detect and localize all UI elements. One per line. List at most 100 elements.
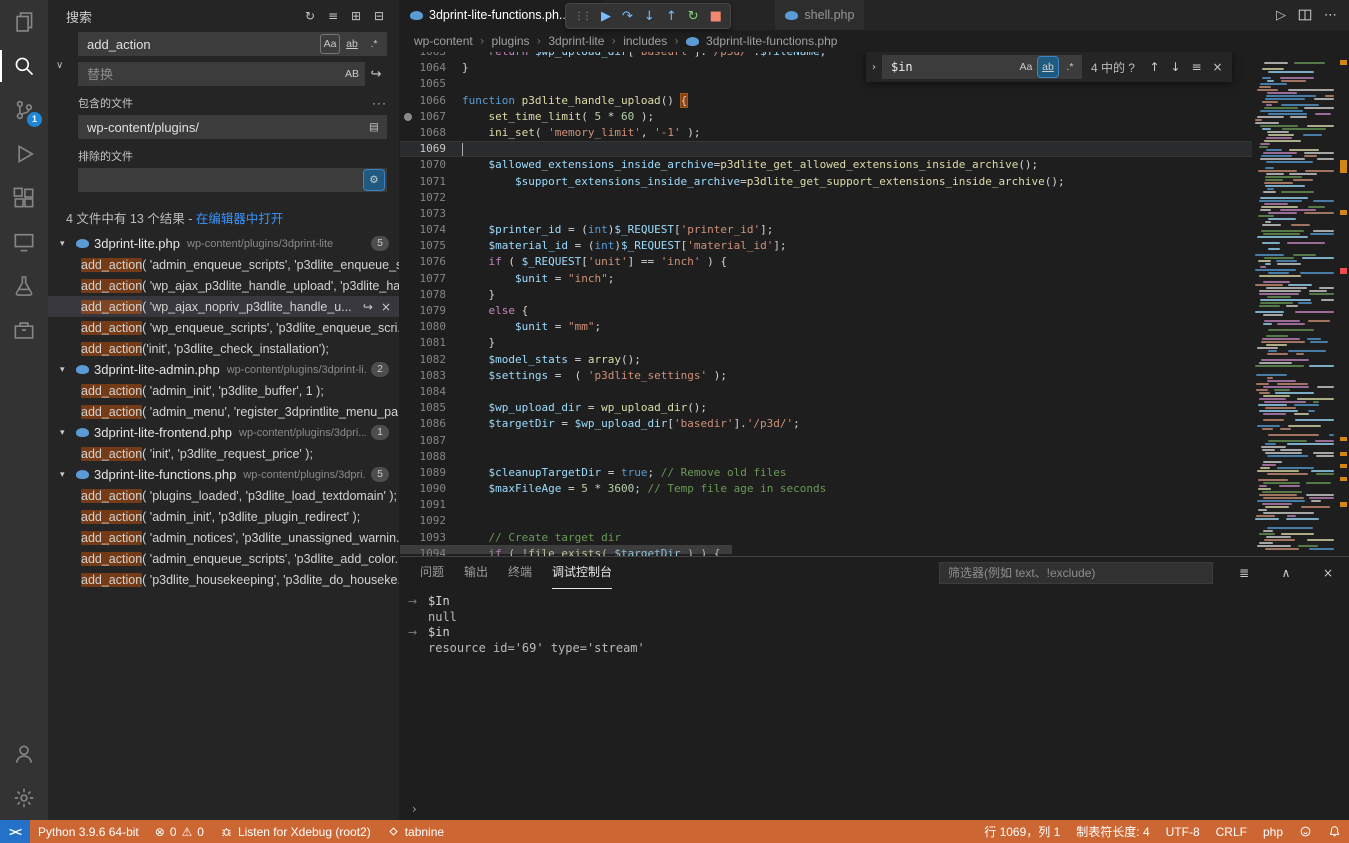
line-gutter[interactable]: 1092	[400, 513, 462, 529]
preserve-case-icon[interactable]: AB	[342, 64, 362, 84]
line-gutter[interactable]: 1065	[400, 76, 462, 92]
replace-icon[interactable]: ↪	[363, 300, 373, 314]
breadcrumb-item[interactable]: plugins	[492, 34, 530, 48]
code-line[interactable]: 1079 else {	[400, 303, 1252, 319]
remote-indicator[interactable]: ><	[0, 820, 30, 843]
minimap[interactable]	[1252, 52, 1338, 556]
search-result-match[interactable]: add_action( 'wp_enqueue_scripts', 'p3dli…	[48, 317, 399, 338]
testing-icon[interactable]	[0, 264, 48, 308]
panel-menu-icon[interactable]: ≣	[1233, 566, 1255, 580]
chevron-expanded-icon[interactable]: ▾	[60, 428, 71, 438]
code-line[interactable]: 1078 }	[400, 287, 1252, 303]
code-line[interactable]: 1069	[400, 141, 1252, 157]
code-line[interactable]: 1067 set_time_limit( 5 * 60 );	[400, 109, 1252, 125]
exclude-input[interactable]	[85, 172, 362, 189]
include-input[interactable]	[85, 119, 362, 136]
dismiss-icon[interactable]: ×	[381, 300, 391, 314]
cursor-position-item[interactable]: 行 1069，列 1	[976, 820, 1068, 843]
split-editor-icon[interactable]	[1298, 8, 1312, 22]
search-input[interactable]	[85, 36, 318, 53]
source-control-icon[interactable]: 1	[0, 88, 48, 132]
explorer-icon[interactable]	[0, 0, 48, 44]
code-editor[interactable]: › Aa ab .* 4 中的 ? ↑ ↓ ≡ × 1063 return $w…	[400, 52, 1349, 556]
breakpoint-icon[interactable]	[404, 113, 412, 121]
breadcrumb-item[interactable]: includes	[623, 34, 667, 48]
code-line[interactable]: 1090 $maxFileAge = 5 * 3600; // Temp fil…	[400, 481, 1252, 497]
tab-terminal[interactable]: 终端	[508, 557, 532, 589]
code-line[interactable]: 1073	[400, 206, 1252, 222]
code-line[interactable]: 1071 $support_extensions_inside_archive=…	[400, 174, 1252, 190]
code-line[interactable]: 1080 $unit = "mm";	[400, 319, 1252, 335]
horizontal-scrollbar[interactable]	[400, 545, 732, 554]
debug-console-output[interactable]: →$Innull→$inresource id='69' type='strea…	[400, 589, 1349, 798]
breadcrumb-item[interactable]: wp-content	[414, 34, 473, 48]
search-result-match[interactable]: add_action( 'wp_ajax_nopriv_p3dlite_hand…	[48, 296, 399, 317]
search-open-editors-icon[interactable]: ▤	[364, 117, 384, 137]
search-result-match[interactable]: add_action( 'admin_menu', 'register_3dpr…	[48, 401, 399, 422]
debug-step-over-icon[interactable]: ↷	[622, 9, 633, 24]
new-search-editor-icon[interactable]: ⊞	[346, 6, 366, 26]
code-line[interactable]: 1084	[400, 384, 1252, 400]
line-gutter[interactable]: 1093	[400, 530, 462, 546]
packages-icon[interactable]	[0, 308, 48, 352]
line-gutter[interactable]: 1091	[400, 497, 462, 513]
search-result-match[interactable]: add_action( 'admin_init', 'p3dlite_plugi…	[48, 506, 399, 527]
line-gutter[interactable]: 1074	[400, 222, 462, 238]
code-line[interactable]: 1089 $cleanupTargetDir = true; // Remove…	[400, 465, 1252, 481]
search-result-match[interactable]: add_action( 'admin_enqueue_scripts', 'p3…	[48, 548, 399, 569]
search-result-match[interactable]: add_action( 'init', 'p3dlite_request_pri…	[48, 443, 399, 464]
toggle-search-details-icon[interactable]: ···	[372, 96, 387, 110]
search-icon[interactable]	[0, 44, 48, 88]
toggle-replace-icon[interactable]: ∨	[56, 60, 63, 71]
notifications-bell-icon[interactable]	[1320, 820, 1349, 843]
more-actions-icon[interactable]: ⋯	[1324, 8, 1337, 23]
code-line[interactable]: 1083 $settings = ( 'p3dlite_settings' );	[400, 368, 1252, 384]
code-line[interactable]: 1077 $unit = "inch";	[400, 271, 1252, 287]
search-result-match[interactable]: add_action( 'p3dlite_housekeeping', 'p3d…	[48, 569, 399, 590]
code-line[interactable]: 1076 if ( $_REQUEST['unit'] == 'inch' ) …	[400, 254, 1252, 270]
line-gutter[interactable]: 1070	[400, 157, 462, 173]
line-gutter[interactable]: 1087	[400, 433, 462, 449]
line-gutter[interactable]: 1083	[400, 368, 462, 384]
accounts-icon[interactable]	[0, 732, 48, 776]
tab-size-item[interactable]: 制表符长度: 4	[1068, 820, 1157, 843]
tab-debug-console[interactable]: 调试控制台	[552, 557, 612, 589]
debug-continue-icon[interactable]: ▶	[601, 9, 611, 24]
code-line[interactable]: 1091	[400, 497, 1252, 513]
search-result-match[interactable]: add_action( 'wp_ajax_p3dlite_handle_uplo…	[48, 275, 399, 296]
python-version-item[interactable]: Python 3.9.6 64-bit	[30, 820, 147, 843]
line-gutter[interactable]: 1072	[400, 190, 462, 206]
exclude-settings-icon[interactable]: ⚙	[364, 170, 384, 190]
debug-stop-icon[interactable]: ■	[710, 9, 722, 24]
code-line[interactable]: 1082 $model_stats = array();	[400, 352, 1252, 368]
code-line[interactable]: 1075 $material_id = (int)$_REQUEST['mate…	[400, 238, 1252, 254]
breadcrumb-item[interactable]: 3dprint-lite	[548, 34, 604, 48]
run-icon[interactable]: ▷	[1276, 8, 1286, 23]
code-line[interactable]: 1081 }	[400, 335, 1252, 351]
line-gutter[interactable]: 1081	[400, 335, 462, 351]
language-item[interactable]: php	[1255, 820, 1291, 843]
maximize-panel-icon[interactable]: ∧	[1275, 566, 1297, 580]
run-debug-icon[interactable]	[0, 132, 48, 176]
line-gutter[interactable]: 1082	[400, 352, 462, 368]
refresh-icon[interactable]: ↻	[300, 6, 320, 26]
tabnine-item[interactable]: tabnine	[379, 820, 452, 843]
search-result-file[interactable]: ▾3dprint-lite-admin.phpwp-content/plugin…	[48, 359, 399, 380]
xdebug-listen-item[interactable]: Listen for Xdebug (root2)	[212, 820, 379, 843]
feedback-icon[interactable]	[1291, 820, 1320, 843]
line-gutter[interactable]: 1080	[400, 319, 462, 335]
line-gutter[interactable]: 1090	[400, 481, 462, 497]
whole-word-icon[interactable]: ab	[342, 34, 362, 54]
overview-ruler[interactable]	[1338, 52, 1349, 556]
find-regex-icon[interactable]: .*	[1060, 57, 1080, 77]
previous-match-icon[interactable]: ↑	[1144, 57, 1165, 78]
line-gutter[interactable]: 1084	[400, 384, 462, 400]
line-gutter[interactable]: 1067	[400, 109, 462, 125]
regex-icon[interactable]: .*	[364, 34, 384, 54]
debug-step-out-icon[interactable]: ↑	[666, 9, 677, 24]
chevron-expanded-icon[interactable]: ▾	[60, 239, 71, 249]
open-in-editor-link[interactable]: 在编辑器中打开	[196, 212, 284, 226]
line-gutter[interactable]: 1064	[400, 60, 462, 76]
line-gutter[interactable]: 1075	[400, 238, 462, 254]
search-result-match[interactable]: add_action( 'plugins_loaded', 'p3dlite_l…	[48, 485, 399, 506]
